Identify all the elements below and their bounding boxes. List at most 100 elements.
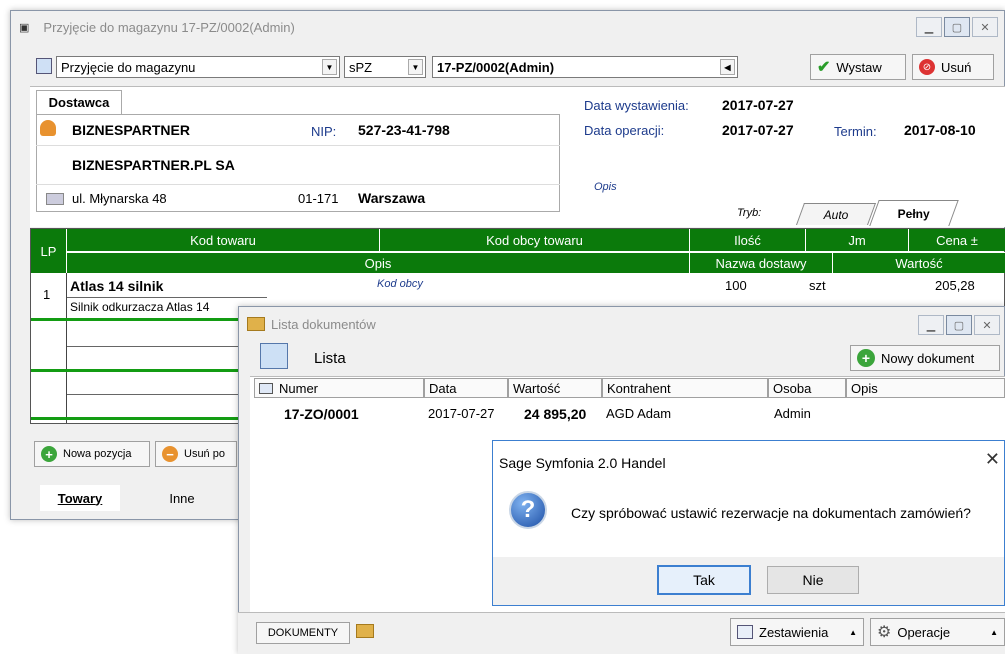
issue-button[interactable]: ✔ Wystaw (810, 54, 906, 80)
minimize-icon[interactable]: ▁ (918, 315, 944, 335)
row-divider (67, 297, 267, 298)
operations-button[interactable]: ⚙ Operacje ▲ (870, 618, 1005, 646)
dialog-titlebar[interactable]: Sage Symfonia 2.0 Handel ✕ (493, 441, 1004, 485)
col-quantity[interactable]: Ilość (690, 229, 806, 251)
postcode: 01-171 (298, 191, 339, 206)
confirm-dialog: Sage Symfonia 2.0 Handel ✕ ? Czy spróbow… (492, 440, 1005, 606)
dialog-message: Czy spróbować ustawić rezerwacje na doku… (571, 505, 971, 521)
new-document-button[interactable]: + Nowy dokument (850, 345, 1000, 371)
new-position-button[interactable]: + Nowa pozycja (34, 441, 150, 467)
list-title: Lista dokumentów (271, 316, 376, 332)
col-description[interactable]: Opis (67, 252, 690, 273)
description-label[interactable]: Opis (594, 181, 617, 193)
checkmark-icon: ✔ (817, 59, 831, 76)
row-unit: szt (809, 278, 826, 293)
supplier-full-name: BIZNESPARTNER.PL SA (72, 157, 235, 173)
due-date-label: Termin: (834, 124, 877, 139)
delete-button[interactable]: ⊘ Usuń (912, 54, 994, 80)
col-foreign-code[interactable]: Kod obcy towaru (380, 229, 690, 251)
list-row[interactable]: 17-ZO/0001 2017-07-27 24 895,20 AGD Adam… (254, 402, 1005, 426)
col-wartosc[interactable]: Wartość (508, 378, 602, 398)
row-divider (67, 346, 267, 347)
row-foreign-code: Kod obcy (377, 278, 423, 290)
nip-value: 527-23-41-798 (358, 122, 450, 138)
supplier-tab[interactable]: Dostawca (36, 90, 122, 114)
row-code: Atlas 14 silnik (70, 278, 164, 294)
mode-label: Tryb: (737, 207, 762, 219)
list-titlebar[interactable]: Lista dokumentów (239, 307, 1004, 341)
supplier-row-divider (36, 184, 560, 185)
minimize-icon[interactable]: ▁ (916, 17, 942, 37)
col-kontrahent[interactable]: Kontrahent (602, 378, 768, 398)
person-icon (40, 120, 56, 136)
address-icon (46, 193, 64, 205)
plus-icon: + (857, 349, 875, 367)
row-separator (31, 369, 271, 372)
list-window-controls: ▁ ▢ ✕ (918, 315, 1000, 335)
row-osoba: Admin (774, 406, 811, 421)
tab-full[interactable]: Pełny (869, 200, 959, 226)
row-divider (67, 394, 267, 395)
yes-button[interactable]: Tak (657, 565, 751, 595)
row-separator (31, 417, 271, 420)
question-icon: ? (509, 491, 547, 529)
row-desc: Silnik odkurzacza Atlas 14 (70, 300, 210, 314)
row-price: 205,28 (935, 278, 975, 293)
no-button[interactable]: Nie (767, 566, 859, 594)
row-kontrahent: AGD Adam (606, 406, 672, 421)
app-icon: ▣ (19, 21, 30, 34)
col-unit[interactable]: Jm (806, 229, 909, 251)
main-title: Przyjęcie do magazynu 17-PZ/0002(Admin) (43, 19, 295, 35)
list-icon (260, 343, 288, 369)
tab-auto[interactable]: Auto (795, 203, 877, 225)
reports-button[interactable]: Zestawienia ▲ (730, 618, 864, 646)
tab-goods[interactable]: Towary (40, 485, 120, 511)
row-wartosc: 24 895,20 (524, 406, 587, 422)
checkbox-icon[interactable] (259, 382, 273, 394)
row-data: 2017-07-27 (428, 406, 495, 421)
col-price[interactable]: Cena ± (909, 229, 1005, 251)
chevron-left-icon[interactable]: ◀ (720, 59, 735, 75)
documents-button[interactable]: DOKUMENTY (256, 622, 350, 644)
due-date[interactable]: 2017-08-10 (904, 122, 976, 138)
op-date-label: Data operacji: (584, 123, 665, 138)
chevron-down-icon[interactable]: ▼ (322, 59, 337, 75)
chevron-up-icon: ▲ (990, 627, 998, 637)
chevron-down-icon[interactable]: ▼ (408, 59, 423, 75)
main-titlebar[interactable]: ▣ Przyjęcie do magazynu 17-PZ/0002(Admin… (11, 11, 1004, 43)
main-window-controls: ▁ ▢ ✕ (916, 17, 998, 37)
list-window-icon (247, 317, 265, 331)
remove-position-button[interactable]: − Usuń po (155, 441, 237, 467)
supplier-row-divider (36, 145, 560, 146)
col-numer[interactable]: Numer (254, 378, 424, 398)
col-opis[interactable]: Opis (846, 378, 1005, 398)
issue-date-label: Data wystawienia: (584, 98, 689, 113)
series-select[interactable]: sPZ ▼ (344, 56, 426, 78)
close-icon[interactable]: ✕ (972, 17, 998, 37)
col-data[interactable]: Data (424, 378, 508, 398)
col-osoba[interactable]: Osoba (768, 378, 846, 398)
city: Warszawa (358, 190, 426, 206)
grid-lp-header: LP (31, 229, 66, 273)
folder-icon (356, 624, 374, 638)
tab-other[interactable]: Inne (150, 485, 214, 511)
nip-label: NIP: (311, 124, 337, 139)
close-icon[interactable]: ✕ (974, 315, 1000, 335)
row-lp: 1 (43, 287, 51, 302)
op-date[interactable]: 2017-07-27 (722, 122, 794, 138)
list-heading: Lista (314, 350, 346, 367)
grid-lp-separator (66, 273, 67, 423)
doc-type-icon (36, 58, 52, 74)
delete-icon: ⊘ (919, 59, 935, 75)
doc-number-field[interactable]: 17-PZ/0002(Admin) ◀ (432, 56, 738, 78)
close-icon[interactable]: ✕ (985, 449, 1000, 470)
maximize-icon[interactable]: ▢ (944, 17, 970, 37)
col-delivery-name[interactable]: Nazwa dostawy (690, 252, 833, 273)
maximize-icon[interactable]: ▢ (946, 315, 972, 335)
issue-date[interactable]: 2017-07-27 (722, 97, 794, 113)
minus-icon: − (162, 446, 178, 462)
row-qty: 100 (725, 278, 747, 293)
col-code[interactable]: Kod towaru (67, 229, 380, 251)
col-value[interactable]: Wartość (833, 252, 1005, 273)
doc-type-select[interactable]: Przyjęcie do magazynu ▼ (56, 56, 340, 78)
